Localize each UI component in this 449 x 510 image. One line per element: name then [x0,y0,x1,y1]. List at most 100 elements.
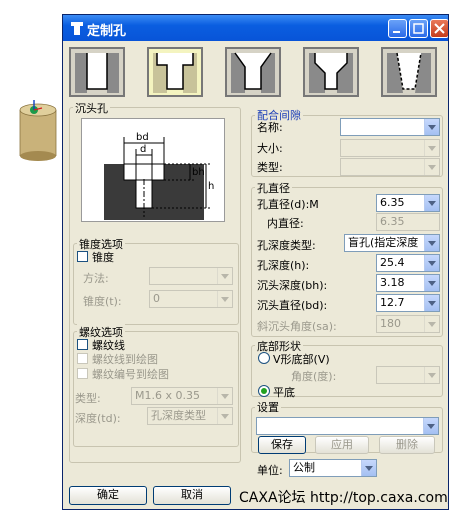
hole-preview: bd d bh h [81,118,225,222]
taper-angle-label: 锥度(t): [83,295,122,308]
chevron-down-icon [361,460,376,476]
inner-dia-label: 内直径: [267,217,304,230]
bottom-angle-label: 角度(度): [291,370,337,383]
slope-angle-label: 斜沉头角度(sa): [257,320,337,333]
chevron-down-icon [424,140,439,156]
counterbore-diagram: bd d bh h [104,132,214,220]
sink-depth-label: 沉头深度(bh): [257,279,328,292]
chevron-down-icon [424,255,439,271]
chevron-down-icon [217,268,232,284]
hole-depth-value: 25.4 [380,256,405,269]
countersink-hole-icon [231,52,275,93]
unit-value: 公制 [293,461,315,474]
fit-size-select[interactable] [340,139,440,157]
v-bottom-label: V形底部(V) [273,353,330,366]
sink-depth-select[interactable]: 3.18 [376,274,440,292]
thread-type-label: 类型: [75,392,101,405]
hole-dia-label: 孔直径(d):M [257,198,319,211]
fit-type-label: 类型: [257,161,283,174]
inner-dia-input[interactable]: 6.35 [376,213,440,231]
save-button[interactable]: 保存 [258,436,306,454]
ok-button[interactable]: 确定 [69,486,147,505]
hole-type-tapered[interactable] [381,47,437,97]
hole-dia-value: 6.35 [380,196,405,209]
v-bottom-radio[interactable] [258,352,270,364]
forum-watermark: CAXA论坛 http://top.caxa.com/ [239,490,449,506]
thread-depth-select[interactable]: 孔深度类型 [147,407,233,425]
depth-type-select[interactable]: 盲孔(指定深度 [344,234,440,252]
apply-button[interactable]: 应用 [315,436,369,454]
thread-type-value: M1.6 x 0.35 [135,389,200,402]
taper-angle-value: 0 [153,292,160,305]
hole-dia-select[interactable]: 6.35 [376,194,440,212]
counterbore-group-label: 沉头孔 [73,100,110,116]
hole-depth-label: 孔深度(h): [257,259,310,272]
tapered-hole-icon [387,52,431,93]
dim-h: h [208,181,214,192]
bottom-angle-select[interactable] [376,366,440,384]
unit-label: 单位: [257,464,283,477]
flat-bottom-radio[interactable] [258,385,270,397]
counterdrill-hole-icon [309,53,353,93]
simple-hole-icon [75,53,119,93]
hole-type-counterbore[interactable] [147,47,203,97]
hole-depth-select[interactable]: 25.4 [376,254,440,272]
custom-hole-dialog: 定制孔 沉头孔 bd d bh h 锥度选项 锥度 方法: 锥度(t): 0 螺… [62,14,449,510]
minimize-button[interactable] [388,19,407,38]
cancel-button[interactable]: 取消 [153,486,231,505]
counterbore-hole-icon [153,53,197,93]
chevron-down-icon [217,388,232,404]
thread-depth-value: 孔深度类型 [151,409,206,422]
thread-checkbox[interactable] [77,339,88,350]
taper-angle-input[interactable]: 0 [149,290,233,308]
fit-name-label: 名称: [257,121,283,134]
chevron-down-icon [423,418,438,434]
sink-dia-label: 沉头直径(bd): [257,299,328,312]
thread-depth-label: 深度(td): [75,412,121,425]
depth-type-label: 孔深度类型: [257,239,316,252]
unit-select[interactable]: 公制 [289,459,377,477]
thread-number-to-drawing-label: 螺纹编号到绘图 [92,368,169,381]
taper-method-select[interactable] [149,267,233,285]
dim-bd: bd [136,132,149,143]
chevron-down-icon [217,291,232,307]
minimize-icon [393,31,400,33]
flat-bottom-label: 平底 [273,386,295,399]
slope-angle-select[interactable]: 180 [376,315,440,333]
chevron-down-icon [424,295,439,311]
chevron-down-icon [424,275,439,291]
slope-angle-value: 180 [380,317,401,330]
chevron-down-icon [424,316,439,332]
chevron-down-icon [424,235,439,251]
thread-type-select[interactable]: M1.6 x 0.35 [131,387,233,405]
fit-type-select[interactable] [340,158,440,176]
hole-app-icon [71,22,83,35]
thread-to-drawing-checkbox[interactable] [77,353,88,364]
chevron-down-icon [424,195,439,211]
maximize-button[interactable] [409,19,428,38]
chevron-down-icon [424,119,439,135]
cylinder-part-icon [19,100,57,161]
title-bar[interactable]: 定制孔 [63,15,448,41]
sink-dia-select[interactable]: 12.7 [376,294,440,312]
thread-to-drawing-label: 螺纹线到绘图 [92,353,158,366]
hole-type-counterdrill[interactable] [303,47,359,97]
taper-checkbox[interactable] [77,251,88,262]
dim-d: d [140,144,146,155]
delete-button[interactable]: 删除 [379,436,435,454]
chevron-down-icon [424,159,439,175]
maximize-icon [413,23,424,34]
settings-group-label: 设置 [255,399,281,415]
fit-name-select[interactable] [340,118,440,136]
chevron-down-icon [217,408,232,424]
settings-select[interactable] [256,417,439,435]
hole-type-countersink[interactable] [225,47,281,97]
taper-method-label: 方法: [83,272,109,285]
close-button[interactable] [430,19,448,38]
thread-number-to-drawing-checkbox[interactable] [77,368,88,379]
close-icon [434,23,445,34]
chevron-down-icon [424,367,439,383]
hole-diameter-group-label: 孔直径 [255,180,292,196]
inner-dia-value: 6.35 [380,215,405,228]
hole-type-simple[interactable] [69,47,125,97]
